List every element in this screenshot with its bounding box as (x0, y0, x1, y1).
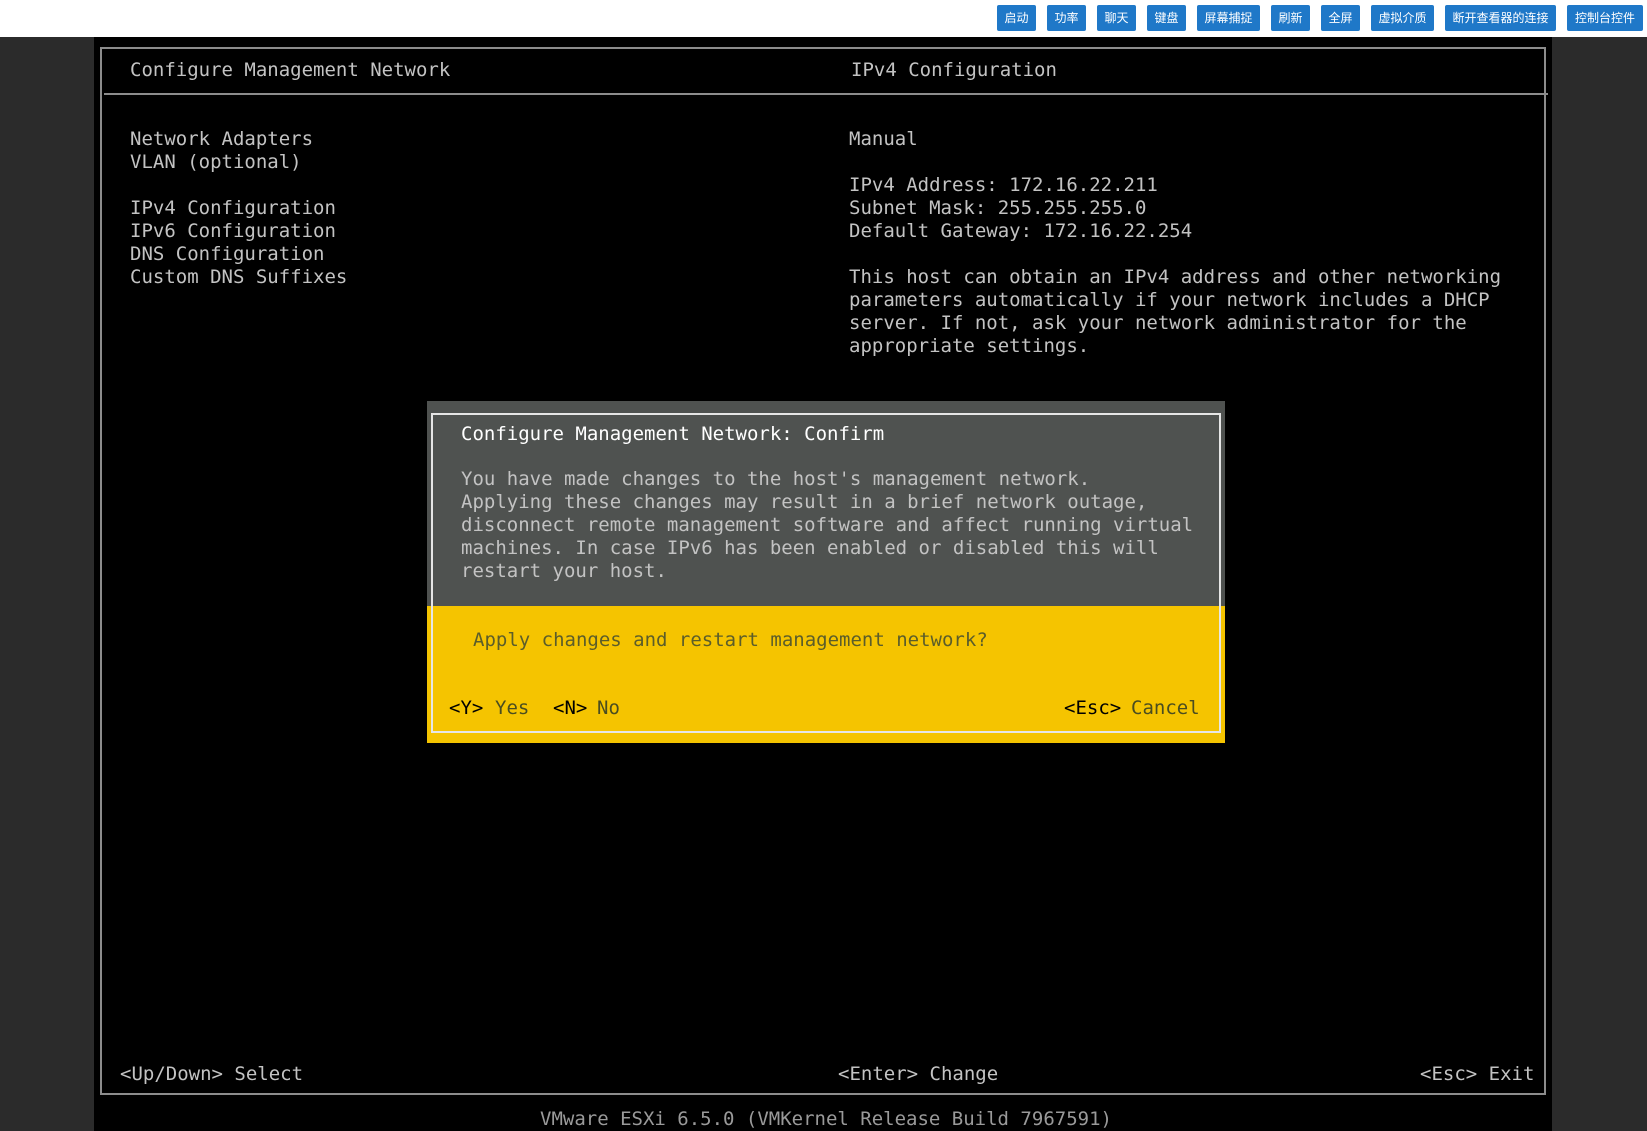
console-controls-button[interactable]: 控制台控件 (1567, 5, 1643, 31)
viewer-toolbar: 启动 功率 聊天 键盘 屏幕捕捉 刷新 全屏 虚拟介质 断开查看器的连接 控制台… (0, 0, 1647, 37)
menu-item-ipv4-configuration[interactable]: IPv4 Configuration (130, 197, 336, 220)
menu-item-custom-dns-suffixes[interactable]: Custom DNS Suffixes (130, 266, 347, 289)
confirm-dialog: Configure Management Network: Confirm Yo… (427, 401, 1225, 743)
cancel-option[interactable]: <Esc> Cancel (1064, 697, 1208, 721)
yes-option[interactable]: <Y> Yes (449, 697, 535, 721)
fullscreen-button[interactable]: 全屏 (1321, 5, 1360, 31)
menu-item-vlan[interactable]: VLAN (optional) (130, 151, 302, 174)
header-divider (104, 93, 1548, 95)
description-line: appropriate settings. (849, 335, 1090, 357)
no-key: <N> (553, 697, 588, 719)
menu-item-network-adapters[interactable]: Network Adapters (130, 128, 313, 151)
power-button[interactable]: 功率 (1047, 5, 1086, 31)
description-line: parameters automatically if your network… (849, 289, 1490, 311)
ipv4-address: IPv4 Address: 172.16.22.211 (849, 174, 1158, 196)
version-status-line: VMware ESXi 6.5.0 (VMKernel Release Buil… (540, 1108, 1112, 1130)
dialog-message-line: restart your host. (461, 560, 667, 582)
description-line: This host can obtain an IPv4 address and… (849, 266, 1502, 288)
default-gateway: Default Gateway: 172.16.22.254 (849, 220, 1193, 242)
power-on-button[interactable]: 启动 (997, 5, 1036, 31)
ipv4-mode: Manual (849, 128, 918, 150)
description-line: server. If not, ask your network adminis… (849, 312, 1467, 334)
dialog-message-line: machines. In case IPv6 has been enabled … (461, 537, 1159, 559)
keyboard-button[interactable]: 键盘 (1147, 5, 1186, 31)
dialog-title: Configure Management Network: Confirm (461, 423, 885, 445)
footer-change-hint: <Enter> Change (838, 1063, 999, 1085)
no-option[interactable]: <N> No (553, 697, 623, 721)
cancel-label: Cancel (1131, 697, 1200, 719)
screen-capture-button[interactable]: 屏幕捕捉 (1197, 5, 1260, 31)
dialog-message-line: You have made changes to the host's mana… (461, 468, 1091, 490)
menu-item-ipv6-configuration[interactable]: IPv6 Configuration (130, 220, 336, 243)
dialog-message-line: disconnect remote management software an… (461, 514, 1194, 536)
section-title: IPv4 Configuration (851, 59, 1057, 81)
dialog-question: Apply changes and restart management net… (473, 629, 988, 651)
footer-select-hint: <Up/Down> Select (120, 1063, 304, 1085)
dialog-message-line: Applying these changes may result in a b… (461, 491, 1148, 513)
yes-label: Yes (495, 697, 530, 719)
footer-exit-hint: <Esc> Exit (1420, 1063, 1535, 1085)
cancel-key: <Esc> (1064, 697, 1122, 719)
menu-item-dns-configuration[interactable]: DNS Configuration (130, 243, 324, 266)
refresh-button[interactable]: 刷新 (1271, 5, 1310, 31)
no-label: No (597, 697, 620, 719)
disconnect-viewer-button[interactable]: 断开查看器的连接 (1445, 5, 1556, 31)
virtual-media-button[interactable]: 虚拟介质 (1371, 5, 1434, 31)
dialog-action-panel: Apply changes and restart management net… (427, 606, 1225, 743)
screen-title: Configure Management Network (130, 59, 451, 81)
chat-button[interactable]: 聊天 (1097, 5, 1136, 31)
subnet-mask: Subnet Mask: 255.255.255.0 (849, 197, 1147, 219)
yes-key: <Y> (449, 697, 484, 719)
